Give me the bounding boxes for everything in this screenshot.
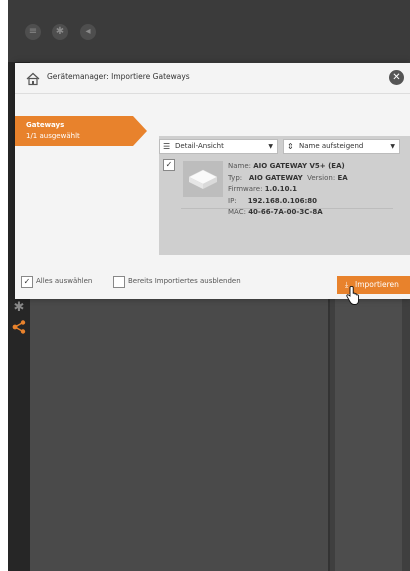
gateway-checkbox[interactable]: ✓ [163, 159, 175, 171]
top-bar: ≡ ✱ ◂ [8, 0, 410, 62]
menu-icon[interactable]: ≡ [25, 24, 41, 40]
tab-gateways-label: Gateways [26, 121, 65, 129]
select-all-label[interactable]: Alles auswählen [36, 277, 92, 285]
name-label: Name: [228, 162, 252, 170]
hand-cursor-icon [346, 286, 359, 305]
share-icon[interactable] [11, 320, 27, 336]
gateway-thumbnail [183, 161, 223, 197]
import-gateways-dialog: Gerätemanager: Importiere Gateways ✕ Gat… [15, 63, 410, 299]
chevron-down-icon: ▼ [268, 143, 273, 150]
type-label: Typ: [228, 173, 243, 182]
gateway-version: EA [337, 173, 348, 182]
right-panel [335, 270, 402, 571]
home-icon [26, 71, 40, 86]
gateway-type: AIO GATEWAY [248, 173, 303, 182]
view-select[interactable]: ☰ Detail-Ansicht ▼ [159, 139, 278, 154]
ip-label: IP: [228, 196, 237, 205]
gateway-info: Name: AIO GATEWAY V5+ (EA) Typ: AIO GATE… [228, 161, 348, 219]
gateway-card[interactable]: ✓ Name: AIO GATEWAY V5+ (EA) Typ: AIO GA… [163, 159, 406, 216]
close-icon[interactable]: ✕ [389, 70, 404, 85]
sort-select-label: Name aufsteigend [299, 142, 364, 150]
puzzle-icon[interactable]: ✱ [52, 24, 68, 40]
sort-icon: ⇕ [287, 142, 294, 151]
main-panel [30, 270, 328, 571]
sort-select[interactable]: ⇕ Name aufsteigend ▼ [283, 139, 400, 154]
view-select-label: Detail-Ansicht [175, 142, 224, 150]
mac-label: MAC: [228, 208, 246, 216]
gateway-firmware: 1.0.10.1 [264, 185, 298, 193]
version-label: Version: [307, 173, 336, 182]
firmware-label: Firmware: [228, 185, 263, 193]
gateway-name: AIO GATEWAY V5+ (EA) [253, 162, 345, 170]
gateway-mac: 40-66-7A-00-3C-8A [248, 208, 323, 216]
dialog-title-bar: Gerätemanager: Importiere Gateways ✕ [15, 63, 410, 94]
panel-divider[interactable] [328, 270, 330, 571]
card-separator [181, 208, 393, 209]
tab-gateways[interactable]: Gateways 1/1 ausgewählt [15, 116, 147, 146]
select-all-checkbox[interactable]: ✓ [21, 276, 33, 288]
dialog-title: Gerätemanager: Importiere Gateways [47, 72, 190, 81]
import-button-label: Importieren [355, 280, 399, 289]
tab-gateways-sublabel: 1/1 ausgewählt [26, 132, 80, 140]
hide-imported-checkbox[interactable] [113, 276, 125, 288]
list-icon: ☰ [163, 142, 171, 151]
gateway-ip: 192.168.0.106:80 [247, 196, 318, 205]
chevron-down-icon: ▼ [390, 143, 395, 150]
list-toolbar: ☰ Detail-Ansicht ▼ ⇕ Name aufsteigend ▼ [159, 139, 410, 154]
hide-imported-label[interactable]: Bereits Importiertes ausblenden [128, 277, 241, 285]
gear-icon[interactable]: ✱ [11, 300, 27, 316]
back-icon[interactable]: ◂ [80, 24, 96, 40]
